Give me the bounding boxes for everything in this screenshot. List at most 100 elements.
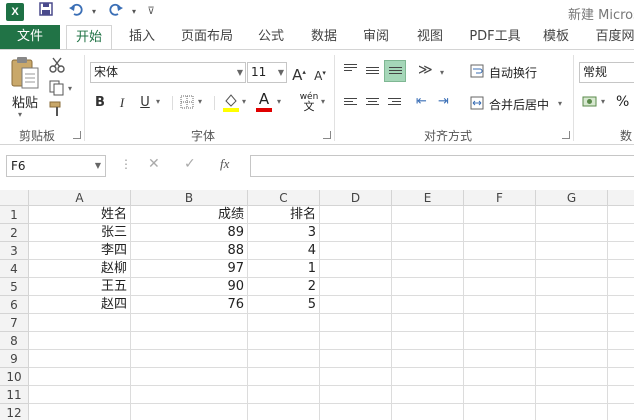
cell[interactable] [536, 350, 608, 368]
cell[interactable] [392, 206, 464, 224]
cell[interactable] [320, 242, 392, 260]
column-header-b[interactable]: B [131, 190, 248, 206]
cell[interactable]: 王五 [29, 278, 131, 296]
row-header-10[interactable]: 10 [0, 368, 29, 386]
cell[interactable] [608, 260, 634, 278]
decrease-indent-icon[interactable]: ⇤ [416, 94, 427, 109]
tab-page-layout[interactable]: 页面布局 [176, 25, 238, 49]
cell[interactable] [536, 296, 608, 314]
italic-button[interactable]: I [114, 92, 130, 114]
align-center-icon[interactable] [366, 98, 379, 109]
tab-file[interactable]: 文件 [0, 25, 60, 49]
row-header-7[interactable]: 7 [0, 314, 29, 332]
cell[interactable] [248, 368, 320, 386]
cell[interactable] [131, 368, 248, 386]
currency-dropdown-icon[interactable]: ▾ [601, 97, 605, 106]
wrap-text-icon[interactable] [470, 64, 484, 78]
tab-view[interactable]: 视图 [410, 25, 450, 49]
copy-dropdown-icon[interactable]: ▾ [68, 84, 72, 93]
cell[interactable] [464, 368, 536, 386]
column-header-d[interactable]: D [320, 190, 392, 206]
font-name-select[interactable]: 宋体 ▼ [90, 62, 246, 83]
row-header-11[interactable]: 11 [0, 386, 29, 404]
row-header-1[interactable]: 1 [0, 206, 29, 224]
cell[interactable]: 排名 [248, 206, 320, 224]
cell[interactable] [464, 278, 536, 296]
borders-icon[interactable] [180, 95, 194, 109]
cell[interactable]: 5 [248, 296, 320, 314]
undo-dropdown-icon[interactable]: ▾ [84, 2, 104, 22]
phonetic-dropdown-icon[interactable]: ▾ [321, 97, 325, 106]
font-color-button[interactable]: A [254, 91, 274, 113]
cell[interactable] [536, 242, 608, 260]
tab-home[interactable]: 开始 [66, 25, 112, 50]
undo-icon[interactable] [66, 2, 86, 22]
formula-input[interactable] [250, 155, 634, 177]
fill-color-dropdown-icon[interactable]: ▾ [242, 97, 246, 106]
bold-button[interactable]: B [92, 92, 108, 114]
cell[interactable] [608, 404, 634, 420]
cell[interactable] [536, 278, 608, 296]
align-top-icon[interactable] [344, 64, 357, 75]
cell[interactable] [464, 404, 536, 420]
cell[interactable]: 3 [248, 224, 320, 242]
cell[interactable]: 89 [131, 224, 248, 242]
worksheet-grid[interactable]: A B C D E F G 1 姓名 成绩 排名 2 张三 89 3 3 李四 88 4 4 赵柳 97 1 5 王五 90 2 6 赵… [0, 190, 634, 420]
cell[interactable] [608, 314, 634, 332]
paste-button[interactable]: 粘贴 [10, 92, 40, 111]
font-color-dropdown-icon[interactable]: ▾ [277, 97, 281, 106]
column-header-partial[interactable] [608, 190, 634, 206]
cell[interactable] [608, 350, 634, 368]
cell[interactable] [320, 260, 392, 278]
clipboard-launcher-icon[interactable] [73, 131, 81, 139]
merge-center-icon[interactable] [470, 96, 484, 110]
cell[interactable] [29, 404, 131, 420]
grow-font-button[interactable]: A▴ [291, 61, 307, 84]
column-header-g[interactable]: G [536, 190, 608, 206]
cell[interactable] [392, 242, 464, 260]
font-launcher-icon[interactable] [323, 131, 331, 139]
format-painter-icon[interactable] [48, 100, 66, 118]
cell[interactable] [608, 242, 634, 260]
orientation-dropdown-icon[interactable]: ▾ [440, 68, 444, 77]
merge-center-button[interactable]: 合并后居中 [489, 96, 549, 113]
cell[interactable] [608, 296, 634, 314]
cell[interactable] [392, 332, 464, 350]
cell[interactable] [248, 386, 320, 404]
cell[interactable] [248, 350, 320, 368]
cell[interactable]: 2 [248, 278, 320, 296]
cell[interactable]: 4 [248, 242, 320, 260]
cell[interactable] [248, 314, 320, 332]
cell[interactable] [464, 332, 536, 350]
cell[interactable] [392, 368, 464, 386]
cell[interactable]: 张三 [29, 224, 131, 242]
merge-dropdown-icon[interactable]: ▾ [558, 99, 562, 108]
cell[interactable] [320, 386, 392, 404]
cell[interactable]: 李四 [29, 242, 131, 260]
column-header-a[interactable]: A [29, 190, 131, 206]
cell[interactable] [608, 224, 634, 242]
insert-function-button[interactable]: fx [220, 156, 229, 172]
row-header-12[interactable]: 12 [0, 404, 29, 420]
cell[interactable] [464, 296, 536, 314]
save-icon[interactable] [36, 2, 56, 22]
cell[interactable] [536, 368, 608, 386]
cell[interactable] [536, 404, 608, 420]
font-size-select[interactable]: 11 ▼ [247, 62, 287, 83]
row-header-8[interactable]: 8 [0, 332, 29, 350]
cell[interactable] [536, 332, 608, 350]
fill-color-icon[interactable] [222, 92, 240, 112]
cell[interactable] [320, 368, 392, 386]
cell[interactable] [392, 404, 464, 420]
cell[interactable] [248, 404, 320, 420]
cell[interactable] [392, 260, 464, 278]
align-right-icon[interactable] [388, 98, 401, 109]
column-header-e[interactable]: E [392, 190, 464, 206]
cell[interactable] [608, 368, 634, 386]
row-header-4[interactable]: 4 [0, 260, 29, 278]
tab-insert[interactable]: 插入 [122, 25, 162, 49]
orientation-icon[interactable]: ≫ [418, 62, 433, 78]
currency-format-icon[interactable] [582, 94, 598, 108]
cell[interactable]: 90 [131, 278, 248, 296]
number-format-select[interactable]: 常规 [579, 62, 634, 83]
